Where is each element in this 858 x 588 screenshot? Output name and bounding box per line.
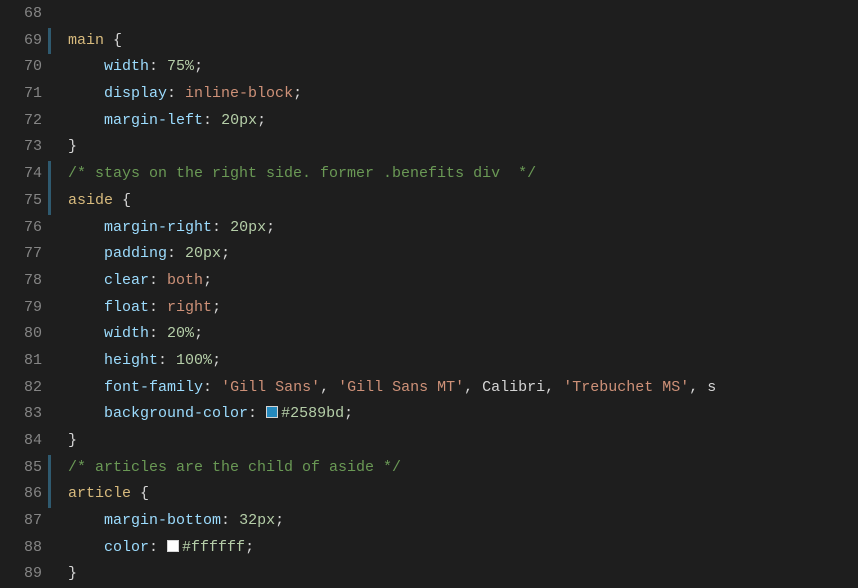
line-number: 82 <box>0 375 42 402</box>
line-number: 89 <box>0 561 42 588</box>
line-number: 86 <box>0 481 42 508</box>
line-number: 85 <box>0 455 42 482</box>
color-swatch-icon[interactable] <box>167 540 179 552</box>
code-line[interactable]: margin-right: 20px; <box>68 215 858 242</box>
line-number: 79 <box>0 295 42 322</box>
code-line[interactable]: main { <box>68 28 858 55</box>
code-line[interactable]: } <box>68 561 858 588</box>
code-line[interactable]: /* stays on the right side. former .bene… <box>68 161 858 188</box>
code-line[interactable]: clear: both; <box>68 268 858 295</box>
line-number: 83 <box>0 401 42 428</box>
code-line[interactable]: width: 20%; <box>68 321 858 348</box>
modification-indicator-column <box>48 0 54 588</box>
line-number: 73 <box>0 134 42 161</box>
line-number: 78 <box>0 268 42 295</box>
modified-line-indicator <box>48 161 51 188</box>
line-number: 70 <box>0 54 42 81</box>
modified-line-indicator <box>48 188 51 215</box>
code-line[interactable]: margin-left: 20px; <box>68 108 858 135</box>
code-line[interactable] <box>68 1 858 28</box>
line-number: 71 <box>0 81 42 108</box>
modified-line-indicator <box>48 455 51 482</box>
line-number: 84 <box>0 428 42 455</box>
code-line[interactable]: padding: 20px; <box>68 241 858 268</box>
code-line[interactable]: margin-bottom: 32px; <box>68 508 858 535</box>
line-number: 80 <box>0 321 42 348</box>
code-line[interactable]: font-family: 'Gill Sans', 'Gill Sans MT'… <box>68 375 858 402</box>
code-line[interactable]: background-color: #2589bd; <box>68 401 858 428</box>
line-number: 74 <box>0 161 42 188</box>
line-number: 81 <box>0 348 42 375</box>
code-line[interactable]: article { <box>68 481 858 508</box>
code-line[interactable]: display: inline-block; <box>68 81 858 108</box>
code-editor[interactable]: 6869707172737475767778798081828384858687… <box>0 0 858 588</box>
code-line[interactable]: aside { <box>68 188 858 215</box>
code-line[interactable]: height: 100%; <box>68 348 858 375</box>
code-line[interactable]: width: 75%; <box>68 54 858 81</box>
line-number: 77 <box>0 241 42 268</box>
code-line[interactable]: /* articles are the child of aside */ <box>68 455 858 482</box>
color-swatch-icon[interactable] <box>266 406 278 418</box>
line-number: 88 <box>0 535 42 562</box>
modified-line-indicator <box>48 482 51 509</box>
line-number-gutter: 6869707172737475767778798081828384858687… <box>0 0 48 588</box>
line-number: 69 <box>0 28 42 55</box>
code-content[interactable]: main { width: 75%; display: inline-block… <box>54 0 858 588</box>
code-line[interactable]: float: right; <box>68 295 858 322</box>
line-number: 72 <box>0 108 42 135</box>
code-line[interactable]: color: #ffffff; <box>68 535 858 562</box>
line-number: 87 <box>0 508 42 535</box>
line-number: 75 <box>0 188 42 215</box>
code-line[interactable]: } <box>68 134 858 161</box>
code-line[interactable]: } <box>68 428 858 455</box>
modified-line-indicator <box>48 28 51 55</box>
line-number: 76 <box>0 215 42 242</box>
line-number: 68 <box>0 1 42 28</box>
